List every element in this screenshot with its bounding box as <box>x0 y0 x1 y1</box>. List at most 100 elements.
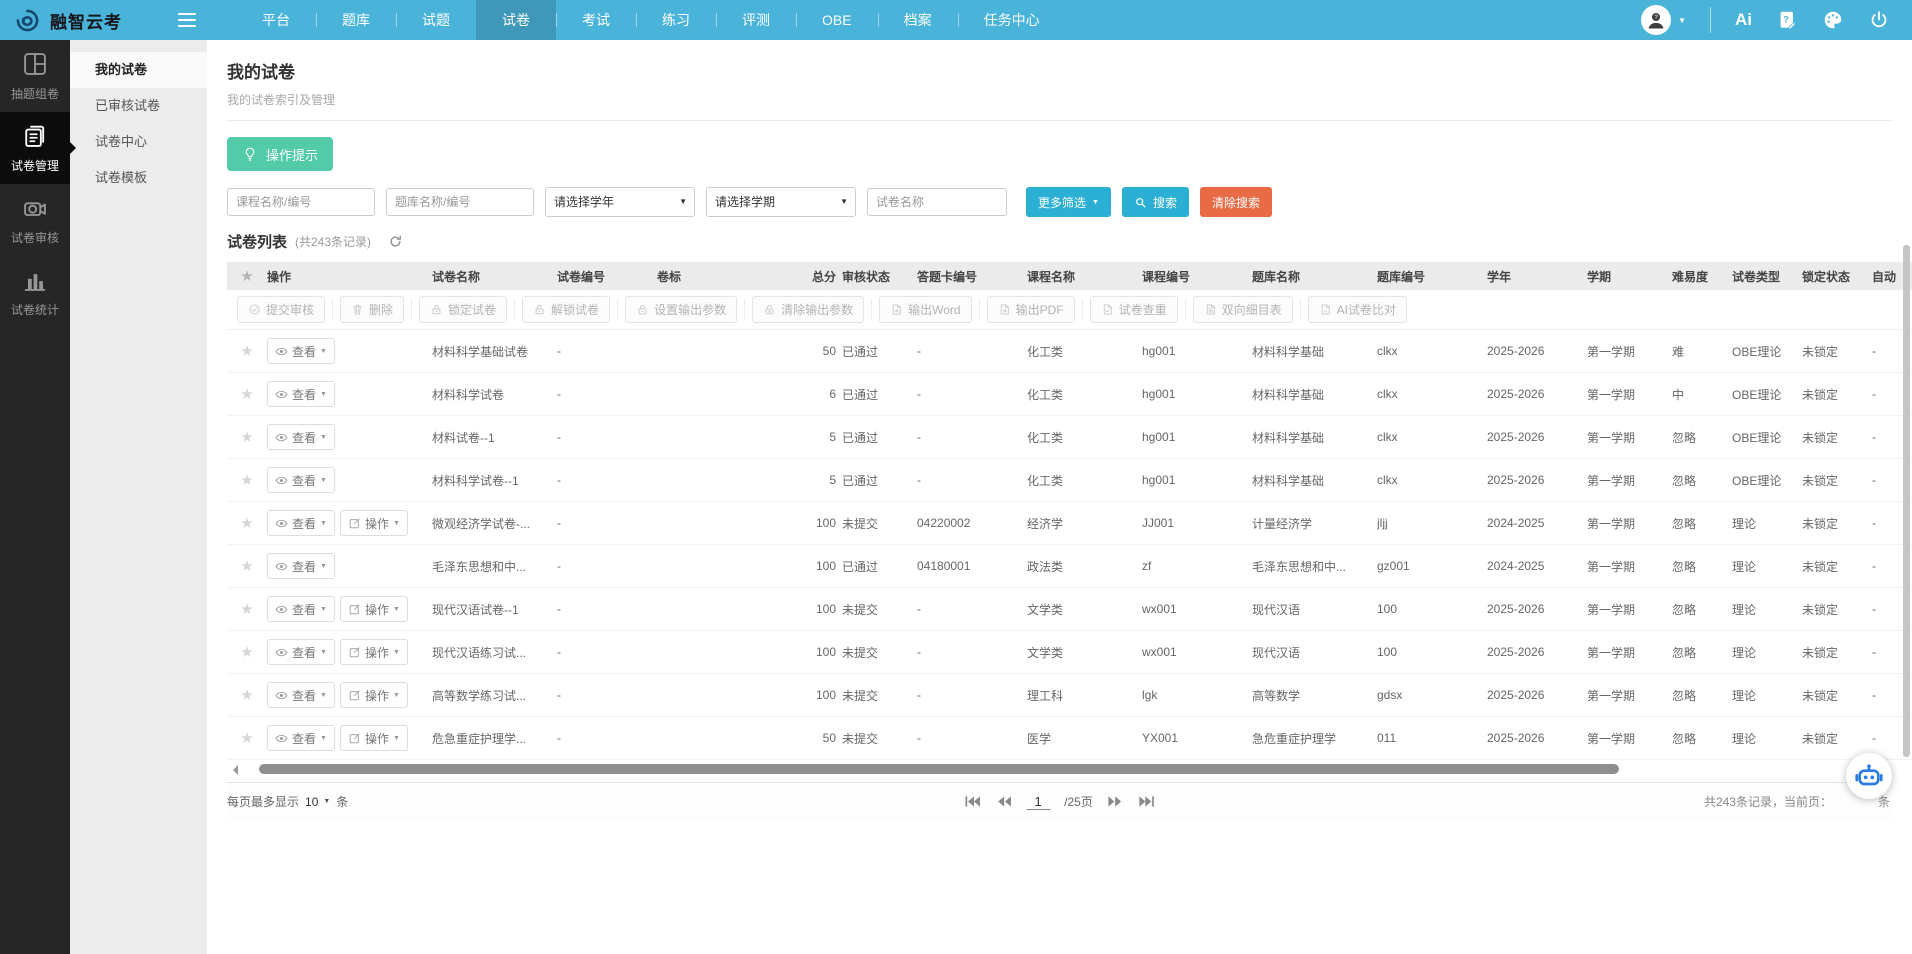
term-select[interactable]: 请选择学期 <box>706 187 856 217</box>
nav-item-评测[interactable]: 评测 <box>716 0 796 40</box>
column-header-试卷类型: 试卷类型 <box>1732 268 1802 285</box>
power-icon[interactable] <box>1868 9 1890 31</box>
cell-card_no: - <box>917 473 1027 487</box>
operate-button[interactable]: 操作▼ <box>340 596 408 622</box>
toolbar-button-输出Word[interactable]: 输出Word <box>879 296 971 323</box>
tips-button[interactable]: 操作提示 <box>227 137 333 171</box>
sidebar-item-抽题组卷[interactable]: 抽题组卷 <box>0 40 70 112</box>
header-star-icon[interactable]: ★ <box>227 267 267 285</box>
search-button[interactable]: 搜索 <box>1122 187 1189 217</box>
ai-assistant-icon[interactable]: Ai <box>1735 10 1752 30</box>
user-menu[interactable]: ? ▼ <box>1641 5 1686 35</box>
view-button[interactable]: 查看▼ <box>267 424 335 450</box>
view-label: 查看 <box>292 558 316 575</box>
paper-name-filter-input[interactable] <box>867 188 1007 216</box>
toolbar-button-输出PDF[interactable]: 输出PDF <box>987 296 1075 323</box>
more-filters-button[interactable]: 更多筛选 ▼ <box>1026 187 1111 217</box>
view-label: 查看 <box>292 644 316 661</box>
refresh-button[interactable] <box>387 234 403 250</box>
submenu-item-试卷中心[interactable]: 试卷中心 <box>70 124 207 160</box>
favorite-star-icon[interactable]: ★ <box>227 385 267 403</box>
operate-button[interactable]: 操作▼ <box>340 682 408 708</box>
cell-term: 第一学期 <box>1587 644 1672 661</box>
next-page-button[interactable] <box>1107 795 1124 808</box>
nav-item-练习[interactable]: 练习 <box>636 0 716 40</box>
operate-button[interactable]: 操作▼ <box>340 639 408 665</box>
horizontal-scrollbar[interactable] <box>227 763 1912 776</box>
toolbar-button-AI试卷比对[interactable]: AIAI试卷比对 <box>1308 296 1407 323</box>
cell-bank: 材料科学基础 <box>1252 386 1377 403</box>
assistant-robot-button[interactable] <box>1846 753 1892 799</box>
favorite-star-icon[interactable]: ★ <box>227 471 267 489</box>
palette-icon[interactable] <box>1822 9 1844 31</box>
cell-diff: 中 <box>1672 386 1732 403</box>
horizontal-scrollbar-thumb[interactable] <box>259 764 1619 774</box>
view-button[interactable]: 查看▼ <box>267 510 335 536</box>
view-button[interactable]: 查看▼ <box>267 639 335 665</box>
submenu-item-试卷模板[interactable]: 试卷模板 <box>70 160 207 196</box>
favorite-star-icon[interactable]: ★ <box>227 686 267 704</box>
favorite-star-icon[interactable]: ★ <box>227 643 267 661</box>
list-count: (共243条记录) <box>295 233 371 250</box>
page-size-select[interactable]: 10 ▼ <box>305 795 330 809</box>
operate-button[interactable]: 操作▼ <box>340 725 408 751</box>
help-doc-icon[interactable]: ? <box>1776 9 1798 31</box>
view-button[interactable]: 查看▼ <box>267 338 335 364</box>
row-actions: 查看▼ <box>267 467 432 493</box>
page-number-input[interactable] <box>1026 794 1050 810</box>
cell-diff: 忽略 <box>1672 687 1732 704</box>
nav-item-平台[interactable]: 平台 <box>236 0 316 40</box>
toolbar-button-清除输出参数[interactable]: 清除输出参数 <box>752 296 864 323</box>
operate-button[interactable]: 操作▼ <box>340 510 408 536</box>
view-button[interactable]: 查看▼ <box>267 725 335 751</box>
chevron-down-icon: ▼ <box>320 563 327 570</box>
toolbar-button-双向细目表[interactable]: 双向细目表 <box>1193 296 1293 323</box>
toolbar-separator <box>1185 300 1186 320</box>
vertical-scrollbar[interactable] <box>1903 245 1910 757</box>
view-button[interactable]: 查看 ▼ <box>267 553 335 579</box>
favorite-star-icon[interactable]: ★ <box>227 428 267 446</box>
view-label: 查看 <box>292 472 316 489</box>
last-page-button[interactable] <box>1138 795 1155 808</box>
avatar[interactable]: ? <box>1641 5 1671 35</box>
toolbar-button-提交审核[interactable]: 提交审核 <box>237 296 325 323</box>
toolbar-button-锁定试卷[interactable]: 锁定试卷 <box>419 296 507 323</box>
cell-course: 化工类 <box>1027 472 1142 489</box>
nav-item-试题[interactable]: 试题 <box>396 0 476 40</box>
nav-item-试卷[interactable]: 试卷 <box>476 0 556 40</box>
nav-item-任务中心[interactable]: 任务中心 <box>958 0 1066 40</box>
favorite-star-icon[interactable]: ★ <box>227 600 267 618</box>
view-button[interactable]: 查看▼ <box>267 682 335 708</box>
nav-item-考试[interactable]: 考试 <box>556 0 636 40</box>
sidebar-item-试卷审核[interactable]: 试卷审核 <box>0 184 70 256</box>
course-filter-input[interactable] <box>227 188 375 216</box>
view-button[interactable]: 查看▼ <box>267 467 335 493</box>
first-page-button[interactable] <box>964 795 981 808</box>
view-label: 查看 <box>292 515 316 532</box>
submenu-item-已审核试卷[interactable]: 已审核试卷 <box>70 88 207 124</box>
view-button[interactable]: 查看▼ <box>267 381 335 407</box>
filter-bar: 请选择学年 请选择学期 更多筛选 ▼ 搜索 清除搜索 <box>227 187 1912 217</box>
favorite-star-icon[interactable]: ★ <box>227 514 267 532</box>
view-button[interactable]: 查看▼ <box>267 596 335 622</box>
bank-filter-input[interactable] <box>386 188 534 216</box>
year-select[interactable]: 请选择学年 <box>545 187 695 217</box>
toolbar-button-删除[interactable]: 删除 <box>340 296 404 323</box>
nav-item-OBE[interactable]: OBE <box>796 0 878 40</box>
toolbar-button-试卷查重[interactable]: 试卷查重 <box>1090 296 1178 323</box>
sidebar-item-试卷统计[interactable]: 试卷统计 <box>0 256 70 328</box>
toolbar-button-解锁试卷[interactable]: 解锁试卷 <box>522 296 610 323</box>
nav-item-题库[interactable]: 题库 <box>316 0 396 40</box>
favorite-star-icon[interactable]: ★ <box>227 557 267 575</box>
sidebar-item-试卷管理[interactable]: 试卷管理 <box>0 112 70 184</box>
favorite-star-icon[interactable]: ★ <box>227 342 267 360</box>
nav-item-档案[interactable]: 档案 <box>878 0 958 40</box>
favorite-star-icon[interactable]: ★ <box>227 729 267 747</box>
clear-search-button[interactable]: 清除搜索 <box>1200 187 1272 217</box>
prev-page-button[interactable] <box>995 795 1012 808</box>
column-header-试卷编号: 试卷编号 <box>557 268 657 285</box>
scroll-left-arrow-icon[interactable] <box>233 765 238 775</box>
menu-toggle-icon[interactable] <box>178 13 196 27</box>
toolbar-button-设置输出参数[interactable]: 设置输出参数 <box>625 296 737 323</box>
submenu-item-我的试卷[interactable]: 我的试卷 <box>70 52 207 88</box>
